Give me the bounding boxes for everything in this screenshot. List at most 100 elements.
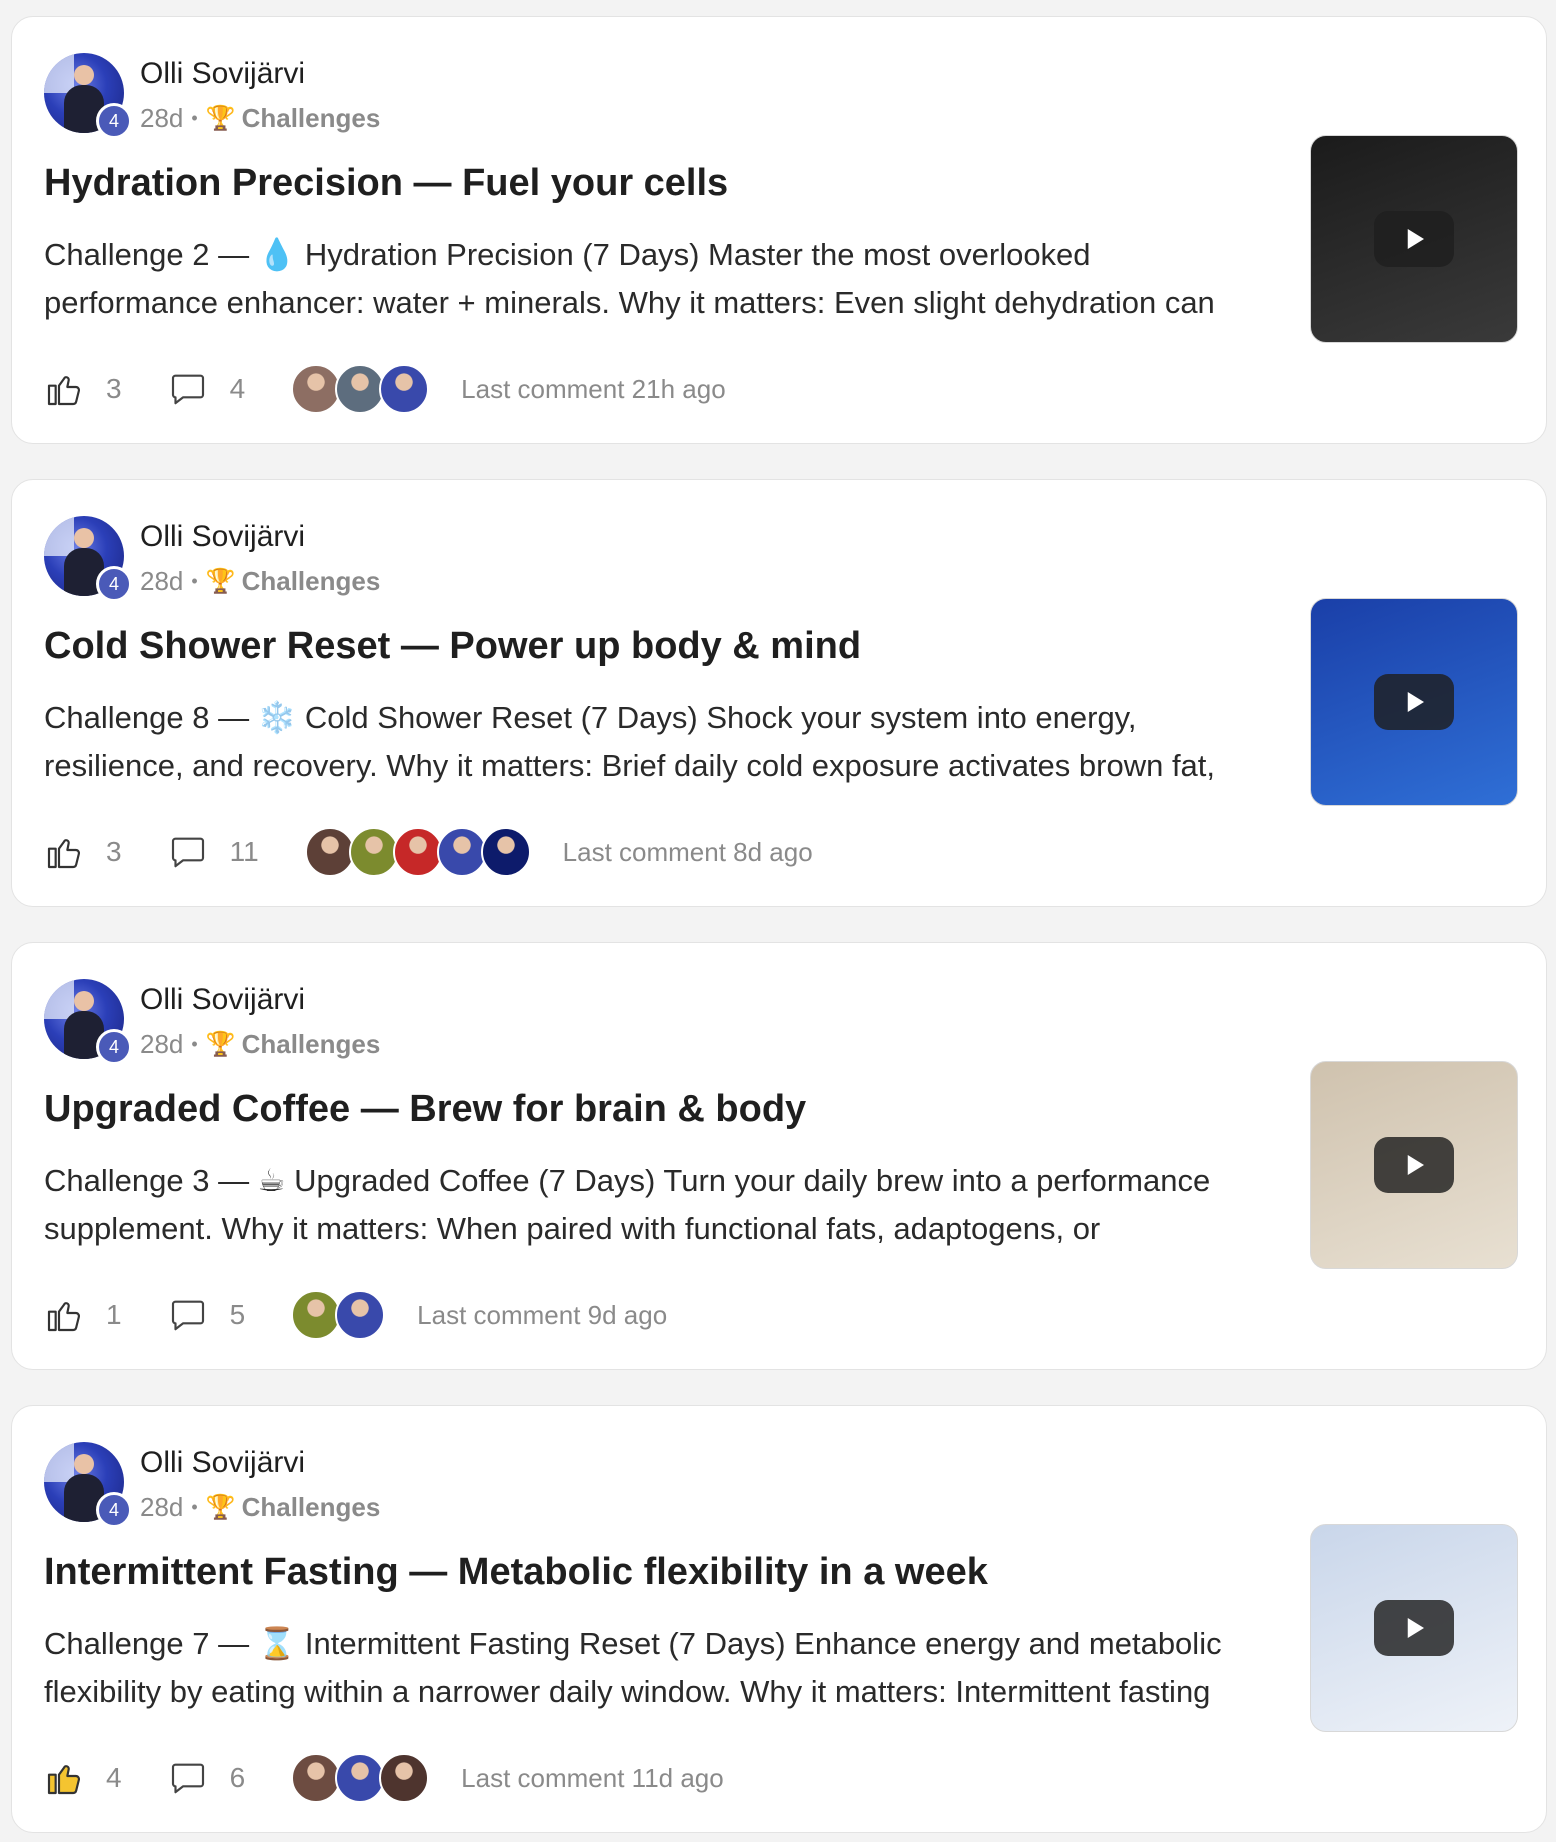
commenter-avatar[interactable]: [379, 1753, 430, 1803]
post-time: 28d: [140, 1492, 184, 1522]
like-count: 4: [106, 1762, 122, 1793]
post-title[interactable]: Hydration Precision — Fuel your cells: [44, 162, 728, 205]
meta-separator: •: [191, 1034, 198, 1054]
last-comment: Last comment 9d ago: [417, 1299, 668, 1330]
excerpt-line: Challenge 3 — ☕ Upgraded Coffee (7 Days)…: [44, 1163, 1211, 1198]
commenter-avatar[interactable]: [436, 827, 487, 877]
commenter-avatar[interactable]: [348, 827, 399, 877]
trophy-icon: 🏆: [205, 568, 236, 595]
excerpt-line: supplement. Why it matters: When paired …: [44, 1211, 1101, 1246]
author-avatar[interactable]: 4: [44, 516, 132, 602]
commenter-avatar[interactable]: [480, 827, 531, 877]
post-excerpt[interactable]: Challenge 8 — ❄️ Cold Shower Reset (7 Da…: [44, 694, 1294, 790]
commenter-avatar[interactable]: [335, 364, 386, 414]
excerpt-line: Challenge 8 — ❄️ Cold Shower Reset (7 Da…: [44, 700, 1137, 735]
meta-separator: •: [191, 1497, 198, 1517]
post-time: 28d: [140, 566, 184, 596]
category-label[interactable]: Challenges: [242, 1029, 381, 1060]
meta-separator: •: [191, 108, 198, 128]
post-title[interactable]: Intermittent Fasting — Metabolic flexibi…: [44, 1551, 988, 1594]
comment-icon[interactable]: [168, 369, 208, 409]
comment-count: 5: [229, 1299, 246, 1330]
meta-separator: •: [191, 571, 198, 591]
excerpt-line: performance enhancer: water + minerals. …: [44, 285, 1215, 320]
trophy-icon: 🏆: [205, 1031, 236, 1058]
commenter-avatar[interactable]: [304, 827, 355, 877]
post-card[interactable]: 4 Olli Sovijärvi 28d • 🏆 Challenges Upgr…: [11, 942, 1547, 1370]
author-name[interactable]: Olli Sovijärvi: [140, 520, 305, 554]
post-excerpt[interactable]: Challenge 3 — ☕ Upgraded Coffee (7 Days)…: [44, 1157, 1294, 1253]
level-badge: 4: [96, 1492, 132, 1528]
post-meta: 28d • 🏆 Challenges: [140, 1492, 380, 1523]
post-feed: 4 Olli Sovijärvi 28d • 🏆 Challenges Hydr…: [0, 0, 1556, 1842]
excerpt-line: resilience, and recovery. Why it matters…: [44, 748, 1216, 783]
video-thumbnail[interactable]: [1310, 135, 1518, 343]
post-card[interactable]: 4 Olli Sovijärvi 28d • 🏆 Challenges Hydr…: [11, 16, 1547, 444]
like-icon[interactable]: [44, 1758, 84, 1798]
author-name[interactable]: Olli Sovijärvi: [140, 983, 305, 1017]
commenter-avatar[interactable]: [291, 1753, 342, 1803]
like-icon[interactable]: [44, 832, 84, 872]
post-card[interactable]: 4 Olli Sovijärvi 28d • 🏆 Challenges Inte…: [11, 1405, 1547, 1833]
last-comment: Last comment 8d ago: [562, 836, 813, 867]
like-icon[interactable]: [44, 369, 84, 409]
video-thumbnail[interactable]: [1310, 1061, 1518, 1269]
post-title[interactable]: Upgraded Coffee — Brew for brain & body: [44, 1088, 806, 1131]
post-footer: 1 5 Last comment 9d ago: [44, 1285, 667, 1345]
like-icon[interactable]: [44, 1295, 84, 1335]
post-meta: 28d • 🏆 Challenges: [140, 1029, 380, 1060]
commenter-avatars[interactable]: [291, 364, 430, 414]
post-footer: 4 6 Last comment 11d ago: [44, 1748, 724, 1808]
play-icon[interactable]: [1374, 674, 1454, 730]
last-comment: Last comment 21h ago: [461, 373, 726, 404]
commenter-avatars[interactable]: [304, 827, 531, 877]
play-icon[interactable]: [1374, 1137, 1454, 1193]
excerpt-line: Challenge 2 — 💧 Hydration Precision (7 D…: [44, 237, 1091, 272]
commenter-avatars[interactable]: [291, 1753, 430, 1803]
author-avatar[interactable]: 4: [44, 979, 132, 1065]
post-title[interactable]: Cold Shower Reset — Power up body & mind: [44, 625, 861, 668]
excerpt-line: Challenge 7 — ⌛ Intermittent Fasting Res…: [44, 1626, 1222, 1661]
commenter-avatar[interactable]: [392, 827, 443, 877]
post-excerpt[interactable]: Challenge 7 — ⌛ Intermittent Fasting Res…: [44, 1620, 1294, 1716]
play-icon[interactable]: [1374, 211, 1454, 267]
author-name[interactable]: Olli Sovijärvi: [140, 1446, 305, 1480]
author-name[interactable]: Olli Sovijärvi: [140, 57, 305, 91]
commenter-avatar[interactable]: [291, 364, 342, 414]
level-badge: 4: [96, 1029, 132, 1065]
level-badge: 4: [96, 566, 132, 602]
post-card[interactable]: 4 Olli Sovijärvi 28d • 🏆 Challenges Cold…: [11, 479, 1547, 907]
video-thumbnail[interactable]: [1310, 1524, 1518, 1732]
post-meta: 28d • 🏆 Challenges: [140, 566, 380, 597]
commenter-avatar[interactable]: [379, 364, 430, 414]
commenter-avatar[interactable]: [335, 1290, 386, 1340]
comment-count: 11: [229, 836, 259, 867]
comment-icon[interactable]: [168, 1295, 208, 1335]
author-avatar[interactable]: 4: [44, 1442, 132, 1528]
post-meta: 28d • 🏆 Challenges: [140, 103, 380, 134]
level-badge: 4: [96, 103, 132, 139]
like-count: 3: [106, 373, 122, 404]
author-avatar[interactable]: 4: [44, 53, 132, 139]
commenter-avatar[interactable]: [335, 1753, 386, 1803]
post-footer: 3 4 Last comment 21h ago: [44, 359, 726, 419]
comment-icon[interactable]: [168, 832, 208, 872]
commenter-avatar[interactable]: [291, 1290, 342, 1340]
trophy-icon: 🏆: [205, 105, 236, 132]
like-count: 3: [106, 836, 122, 867]
comment-count: 6: [229, 1762, 246, 1793]
category-label[interactable]: Challenges: [242, 103, 381, 134]
post-excerpt[interactable]: Challenge 2 — 💧 Hydration Precision (7 D…: [44, 231, 1294, 327]
commenter-avatars[interactable]: [291, 1290, 386, 1340]
post-time: 28d: [140, 103, 184, 133]
category-label[interactable]: Challenges: [242, 1492, 381, 1523]
last-comment: Last comment 11d ago: [461, 1762, 724, 1793]
category-label[interactable]: Challenges: [242, 566, 381, 597]
video-thumbnail[interactable]: [1310, 598, 1518, 806]
post-footer: 3 11 Last comment 8d ago: [44, 822, 813, 882]
excerpt-line: flexibility by eating within a narrower …: [44, 1674, 1211, 1709]
like-count: 1: [106, 1299, 122, 1330]
post-time: 28d: [140, 1029, 184, 1059]
play-icon[interactable]: [1374, 1600, 1454, 1656]
comment-icon[interactable]: [168, 1758, 208, 1798]
